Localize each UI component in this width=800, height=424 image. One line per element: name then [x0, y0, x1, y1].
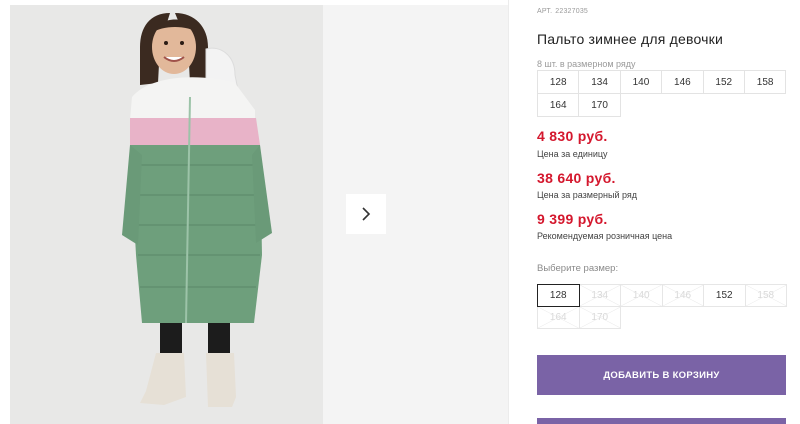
- size-row-grid: 128 134 140 146 152 158 164 170: [537, 70, 791, 117]
- girl-in-coat-image: [10, 5, 323, 424]
- chevron-right-icon: [362, 207, 371, 221]
- size-option-146: 146: [661, 284, 704, 307]
- size-option-128[interactable]: 128: [537, 284, 580, 307]
- size-option-170: 170: [578, 306, 621, 329]
- unavailable-cross-icon: [579, 285, 620, 306]
- size-row-cell: 158: [743, 70, 787, 94]
- size-option-164: 164: [537, 306, 580, 329]
- size-row-cell: 140: [619, 70, 663, 94]
- size-option-label: 152: [715, 290, 733, 301]
- size-selector: 128 134140146 152 158 164170: [537, 284, 792, 329]
- size-option-label: 128: [549, 290, 567, 301]
- secondary-action-button[interactable]: [537, 418, 786, 424]
- choose-size-label: Выберите размер:: [537, 263, 619, 274]
- unit-price: 4 830 руб.: [537, 128, 608, 144]
- add-to-cart-button[interactable]: ДОБАВИТЬ В КОРЗИНУ: [537, 355, 786, 395]
- unavailable-cross-icon: [621, 285, 662, 306]
- size-option-134: 134: [578, 284, 621, 307]
- size-row-cell: 146: [661, 70, 704, 94]
- retail-price: 9 399 руб.: [537, 211, 608, 227]
- size-row-cell: 134: [578, 70, 621, 94]
- size-row-cell: 164: [537, 93, 580, 117]
- unavailable-cross-icon: [538, 307, 579, 328]
- retail-price-label: Рекомендуемая розничная цена: [537, 231, 673, 241]
- product-gallery: [0, 0, 508, 424]
- product-title: Пальто зимнее для девочки: [537, 31, 723, 47]
- unit-price-label: Цена за единицу: [537, 149, 608, 159]
- row-price: 38 640 руб.: [537, 170, 616, 186]
- size-row-cell: 152: [702, 70, 745, 94]
- article-value: 22327035: [555, 8, 589, 15]
- unavailable-cross-icon: [579, 307, 620, 328]
- unavailable-cross-icon: [745, 285, 786, 306]
- size-option-152[interactable]: 152: [703, 284, 746, 307]
- article-number: АРТ. 22327035: [537, 8, 588, 15]
- gallery-next-button[interactable]: [346, 194, 386, 234]
- size-option-140: 140: [620, 284, 663, 307]
- unavailable-cross-icon: [662, 285, 703, 306]
- size-row-cell: 128: [537, 70, 580, 94]
- product-info: АРТ. 22327035 Пальто зимнее для девочки 8…: [509, 0, 800, 424]
- article-label: АРТ.: [537, 8, 553, 15]
- size-row-note: 8 шт. в размерном ряду: [537, 59, 636, 69]
- product-photo: [10, 5, 323, 424]
- size-option-158: 158: [744, 284, 787, 307]
- row-price-label: Цена за размерный ряд: [537, 190, 638, 200]
- size-row-cell: 170: [578, 93, 621, 117]
